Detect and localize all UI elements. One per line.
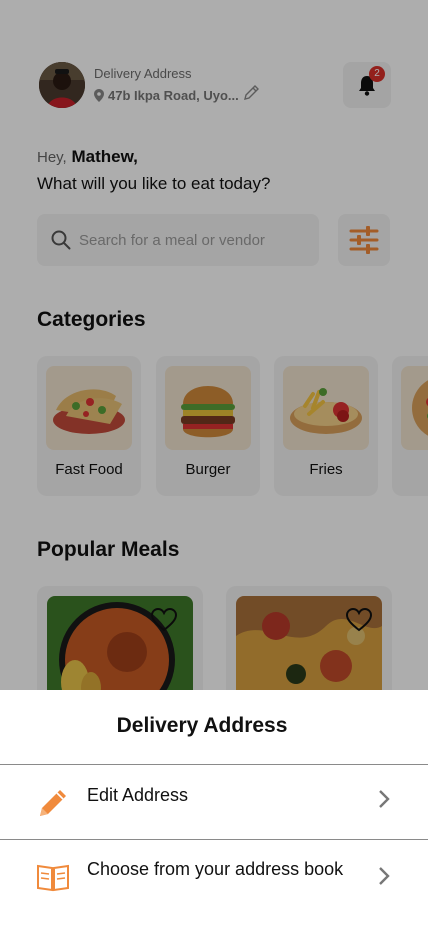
chevron-right-icon: [379, 867, 390, 885]
divider: [0, 839, 428, 840]
address-book-icon: [37, 864, 69, 892]
divider: [0, 764, 428, 765]
sheet-title: Delivery Address: [116, 714, 288, 737]
delivery-address-sheet: Delivery Address Edit Address Choose fro…: [0, 690, 428, 926]
edit-address-label: Edit Address: [87, 785, 189, 805]
address-book-label: Choose from your address book: [87, 859, 344, 879]
pencil-icon: [40, 790, 66, 816]
chevron-right-icon: [379, 790, 390, 808]
edit-address-option[interactable]: Edit Address: [0, 766, 428, 840]
address-book-option[interactable]: Choose from your address book: [0, 841, 428, 915]
home-screen: Delivery Address 47b Ikpa Road, Uyo... 2…: [0, 0, 428, 926]
